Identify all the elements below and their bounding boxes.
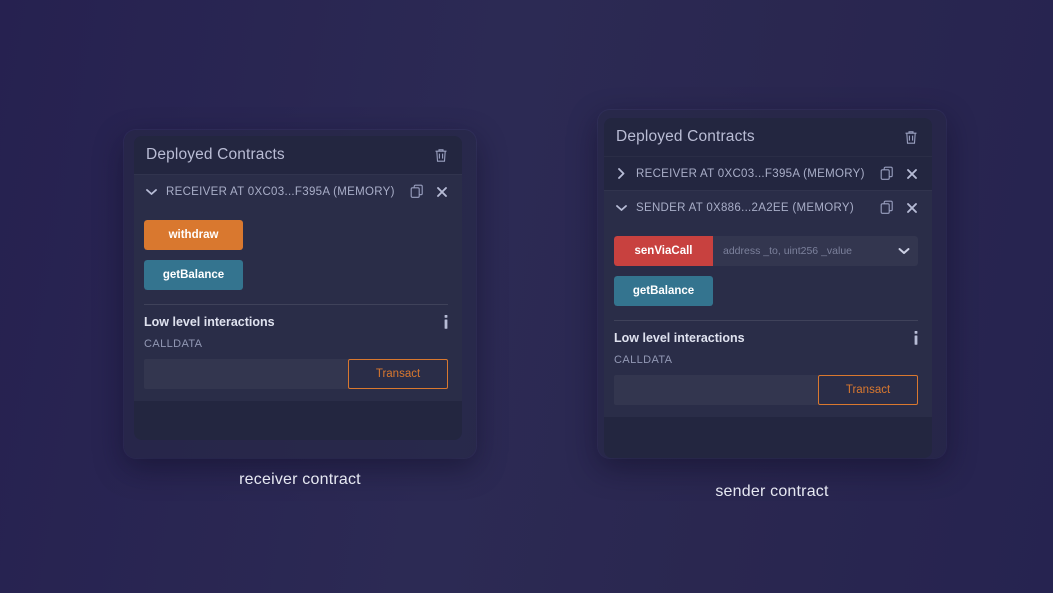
senviacall-button[interactable]: senViaCall [614,236,713,266]
sender-deployed-contracts-card: Deployed Contracts RECEIVER AT 0XC03...F… [604,118,932,458]
low-level-interactions-title: Low level interactions [614,331,745,345]
low-level-interactions-header: Low level interactions [144,315,448,329]
contract-instance-label: RECEIVER AT 0XC03...F395A (MEMORY) [636,167,865,180]
calldata-row: Transact [144,359,448,389]
function-row-withdraw: withdraw [144,220,448,250]
info-icon[interactable] [914,331,918,345]
function-row-senviacall: senViaCall [614,236,918,266]
contract-instance-receiver: RECEIVER AT 0XC03...F395A (MEMORY) [604,156,932,190]
close-icon[interactable] [906,202,918,214]
contract-instance-body: withdraw getBalance Low level interactio… [134,208,462,401]
contract-instance-header[interactable]: RECEIVER AT 0XC03...F395A (MEMORY) [134,175,462,208]
card-header: Deployed Contracts [134,136,462,174]
chevron-down-icon[interactable] [890,236,918,266]
trash-icon[interactable] [434,148,448,163]
contract-instance-sender: SENDER AT 0X886...2A2EE (MEMORY) senViaC… [604,190,932,417]
receiver-contract-caption: receiver contract [239,471,361,488]
getbalance-button[interactable]: getBalance [144,260,243,290]
contract-instance-actions [880,200,918,215]
sender-contract-caption: sender contract [715,483,829,500]
low-level-interactions-section: Low level interactions CALLDATA Transact [614,320,918,405]
close-icon[interactable] [436,186,448,198]
low-level-interactions-title: Low level interactions [144,315,275,329]
contract-instance-header[interactable]: RECEIVER AT 0XC03...F395A (MEMORY) [604,157,932,190]
receiver-deployed-contracts-card: Deployed Contracts RECEIVER AT 0XC03...F… [134,136,462,440]
calldata-input[interactable] [614,375,818,405]
page-title: Deployed Contracts [616,128,755,145]
contract-instance-body: senViaCall getBalance Low level interact… [604,224,932,417]
calldata-row: Transact [614,375,918,405]
function-row-getbalance: getBalance [144,260,448,290]
copy-icon[interactable] [410,184,424,199]
card-header: Deployed Contracts [604,118,932,156]
getbalance-button[interactable]: getBalance [614,276,713,306]
close-icon[interactable] [906,168,918,180]
transact-button[interactable]: Transact [348,359,448,389]
copy-icon[interactable] [880,166,894,181]
calldata-label: CALLDATA [614,354,673,366]
chevron-down-icon[interactable] [614,204,628,212]
page-title: Deployed Contracts [146,146,285,163]
withdraw-button[interactable]: withdraw [144,220,243,250]
low-level-interactions-header: Low level interactions [614,331,918,345]
chevron-down-icon[interactable] [144,188,158,196]
contract-instance-label: SENDER AT 0X886...2A2EE (MEMORY) [636,201,854,214]
contract-instance-label: RECEIVER AT 0XC03...F395A (MEMORY) [166,185,395,198]
chevron-right-icon[interactable] [614,168,628,179]
calldata-input[interactable] [144,359,348,389]
trash-icon[interactable] [904,130,918,145]
transact-button[interactable]: Transact [818,375,918,405]
copy-icon[interactable] [880,200,894,215]
function-row-getbalance: getBalance [614,276,918,306]
contract-instance-actions [880,166,918,181]
contract-instance-receiver: RECEIVER AT 0XC03...F395A (MEMORY) withd… [134,174,462,401]
contract-instance-actions [410,184,448,199]
calldata-label: CALLDATA [144,338,203,350]
contract-instance-header[interactable]: SENDER AT 0X886...2A2EE (MEMORY) [604,191,932,224]
info-icon[interactable] [444,315,448,329]
senviacall-params-input[interactable] [713,236,890,266]
low-level-interactions-section: Low level interactions CALLDATA Transact [144,304,448,389]
